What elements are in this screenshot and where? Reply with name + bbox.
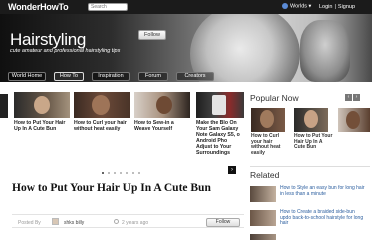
card-caption: Make the Blo On Your Sam Galaxy Note Gal… bbox=[196, 120, 240, 156]
sidebar: Popular Now ‹ › How to Curl your hair wit… bbox=[248, 82, 372, 240]
popular-thumbnail[interactable] bbox=[338, 108, 370, 132]
chevron-down-icon: ▾ bbox=[308, 3, 312, 10]
carousel-dot[interactable] bbox=[114, 172, 116, 174]
clock-icon bbox=[114, 219, 119, 224]
related-thumbnail[interactable] bbox=[250, 210, 276, 226]
site-logo[interactable]: WonderHowTo bbox=[8, 2, 69, 12]
popular-nav: ‹ › bbox=[344, 94, 360, 101]
carousel-dot[interactable] bbox=[126, 172, 128, 174]
card-thumbnail bbox=[14, 92, 70, 118]
related-caption[interactable]: How to Create a braided side-bun updo ba… bbox=[280, 209, 366, 227]
popular-now-heading: Popular Now bbox=[250, 93, 299, 103]
carousel-dot[interactable] bbox=[138, 172, 140, 174]
author-name[interactable]: shks billy bbox=[64, 220, 84, 226]
world-hero-banner: Hairstyling Follow cute amateur and prof… bbox=[0, 14, 372, 82]
face-shape bbox=[304, 110, 318, 128]
account-nav: Login | Signup bbox=[319, 4, 355, 10]
author-avatar[interactable] bbox=[52, 218, 59, 225]
posted-by-label: Posted By bbox=[18, 220, 41, 226]
signup-link[interactable]: Signup bbox=[338, 4, 355, 10]
post-age: 2 years ago bbox=[122, 220, 149, 226]
worlds-label: Worlds bbox=[290, 3, 308, 10]
card-caption: How to Curl your hair without heat easil… bbox=[74, 120, 127, 132]
carousel-next-button[interactable]: › bbox=[228, 166, 236, 174]
related-heading: Related bbox=[250, 170, 280, 180]
card-thumbnail bbox=[74, 92, 130, 118]
carousel-dot[interactable] bbox=[102, 172, 104, 174]
related-thumbnail[interactable] bbox=[250, 186, 276, 202]
card-caption: How to Sew-in a Weave Yourself bbox=[134, 120, 174, 132]
carousel-card[interactable]: How to Curl your hair without heat easil… bbox=[74, 92, 130, 156]
search-box[interactable] bbox=[88, 3, 128, 11]
tab-forum[interactable]: Forum bbox=[138, 72, 168, 81]
popular-prev-button[interactable]: ‹ bbox=[345, 94, 352, 101]
carousel-card[interactable]: How to Sew-in a Weave Yourself bbox=[134, 92, 190, 156]
carousel-card[interactable]: How to Put Your Hair Up In A Cute Bun bbox=[14, 92, 70, 156]
carousel-dot[interactable] bbox=[132, 172, 134, 174]
follow-world-button[interactable]: Follow bbox=[138, 30, 166, 40]
article-byline: Posted By shks billy 2 years ago Follow bbox=[12, 214, 244, 228]
popular-next-button[interactable]: › bbox=[353, 94, 360, 101]
world-subtitle: cute amateur and professional hairstylin… bbox=[10, 48, 121, 54]
card-caption: How to Put Your Hair Up In A Cute Bun bbox=[14, 120, 66, 132]
popular-thumbnail[interactable] bbox=[294, 108, 328, 132]
globe-icon bbox=[282, 3, 288, 9]
how-to-carousel: How to Put Your Hair Up In A Cute Bun Ho… bbox=[0, 82, 246, 180]
popular-caption[interactable]: How to Put Your Hair Up In A Cute Bun bbox=[294, 133, 334, 151]
card-thumbnail bbox=[134, 92, 190, 118]
face-shape bbox=[346, 111, 360, 129]
card-thumbnail bbox=[196, 92, 244, 118]
tab-creators[interactable]: Creators bbox=[176, 72, 214, 81]
related-thumbnail[interactable] bbox=[250, 234, 276, 240]
carousel-card[interactable]: Make the Blo On Your Sam Galaxy Note Gal… bbox=[196, 92, 244, 156]
search-input[interactable] bbox=[89, 4, 127, 10]
login-link[interactable]: Login bbox=[319, 4, 332, 10]
world-title: Hairstyling bbox=[10, 30, 87, 49]
face-shape bbox=[156, 96, 172, 114]
carousel-dot[interactable] bbox=[120, 172, 122, 174]
tab-world-home[interactable]: World Home bbox=[8, 72, 46, 81]
divider bbox=[250, 166, 370, 167]
phone-shape bbox=[212, 95, 226, 115]
worlds-menu[interactable]: Worlds ▾ bbox=[282, 3, 311, 9]
popular-caption[interactable]: How to Curl your hair without heat easil… bbox=[251, 133, 291, 156]
carousel-prev-button[interactable] bbox=[0, 94, 8, 118]
carousel-pagination bbox=[100, 170, 142, 176]
face-shape bbox=[260, 110, 274, 128]
hero-model-image bbox=[300, 20, 350, 82]
popular-thumbnail[interactable] bbox=[251, 108, 285, 132]
tab-how-to[interactable]: How To bbox=[54, 72, 84, 81]
face-shape bbox=[92, 95, 110, 115]
top-bar: WonderHowTo Worlds ▾ Login|Signup bbox=[0, 0, 372, 14]
follow-author-button[interactable]: Follow bbox=[206, 218, 240, 227]
related-caption[interactable]: How to Style an easy bun for long hair i… bbox=[280, 185, 366, 197]
tab-inspiration[interactable]: Inspiration bbox=[92, 72, 130, 81]
carousel-dot[interactable] bbox=[108, 172, 110, 174]
divider: | bbox=[334, 4, 336, 10]
face-shape bbox=[34, 96, 50, 114]
article-title: How to Put Your Hair Up In A Cute Bun bbox=[12, 182, 211, 194]
